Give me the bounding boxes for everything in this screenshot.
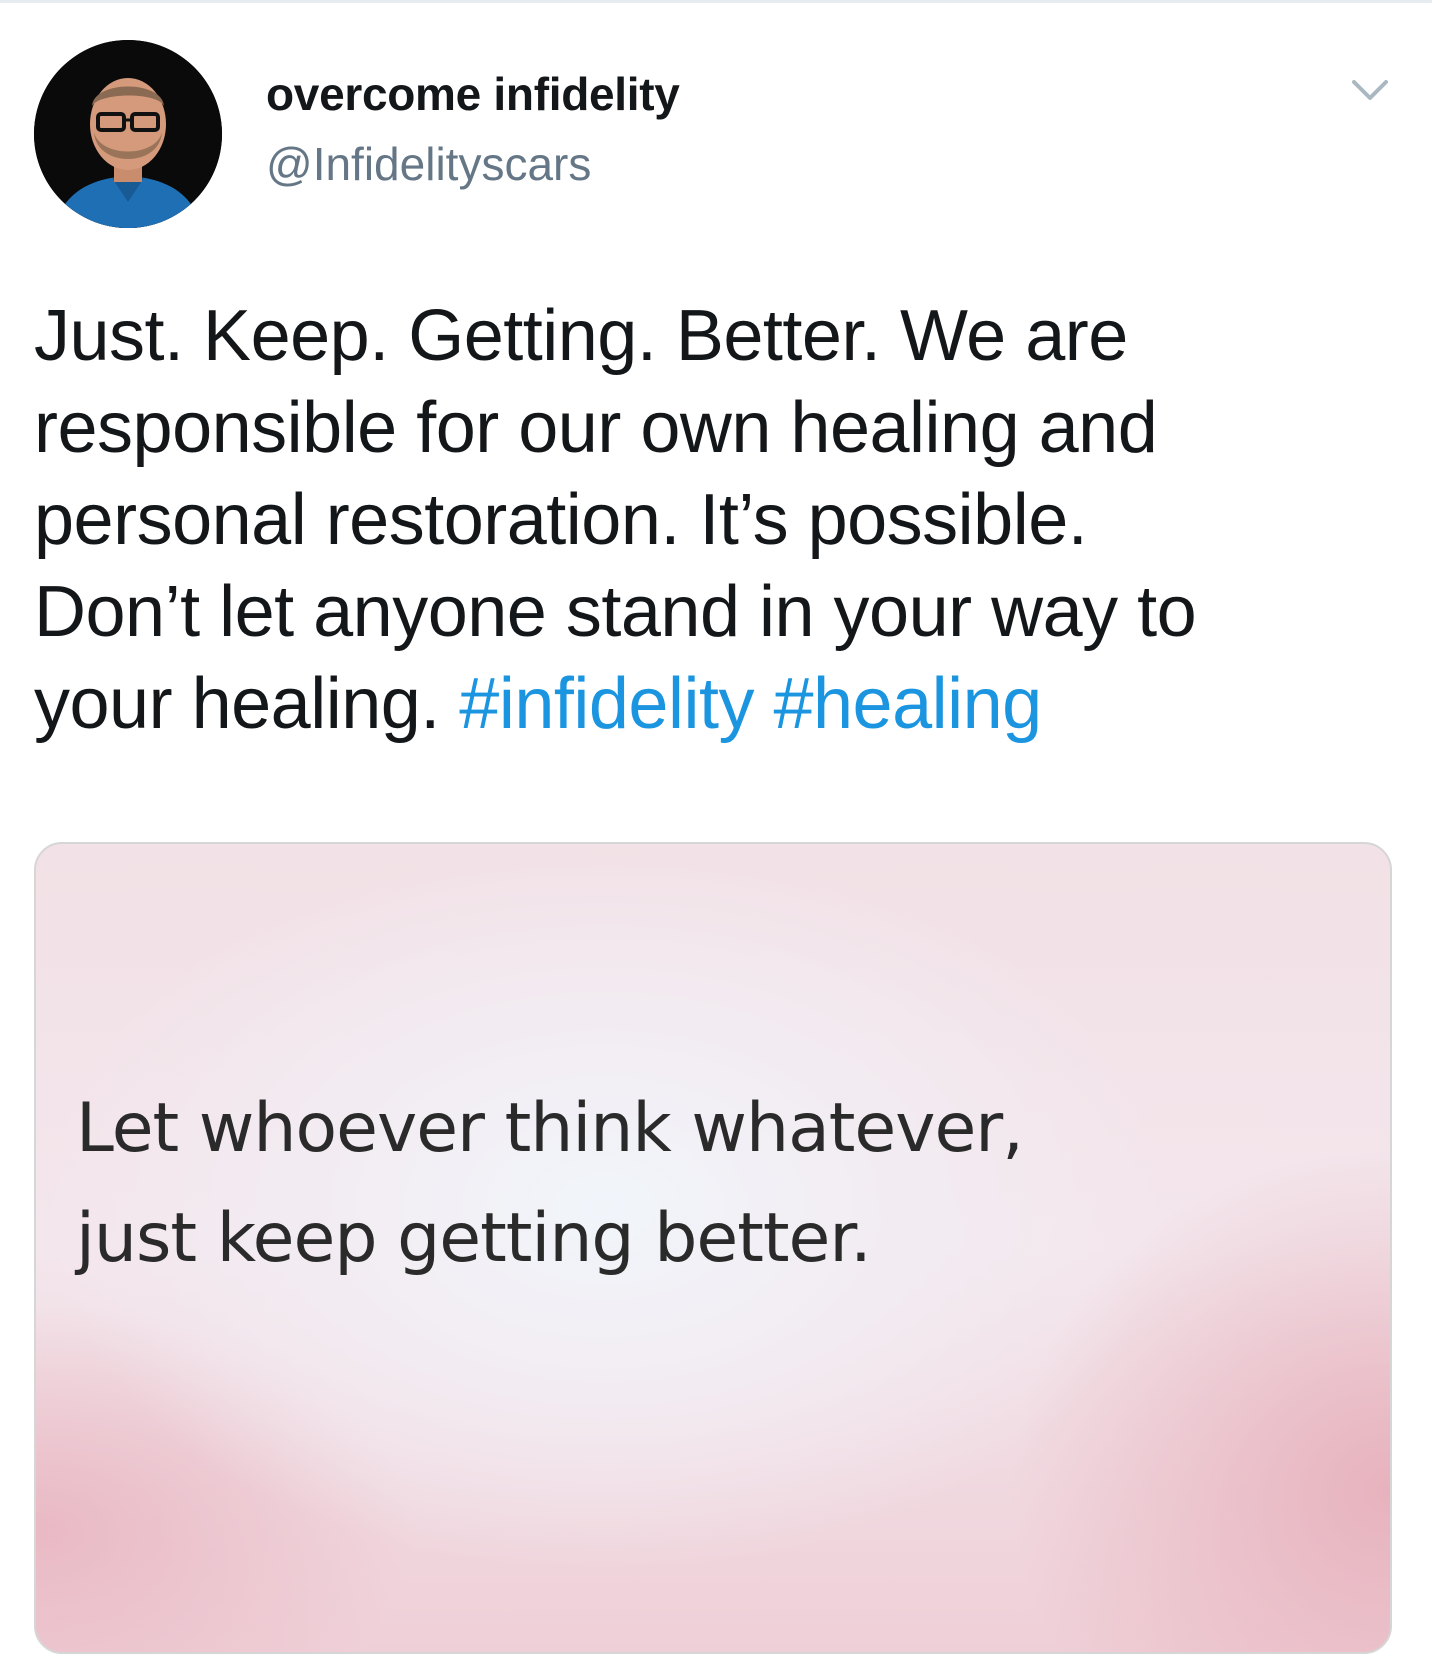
quote-text: Let whoever think whatever, just keep ge… (76, 1074, 1376, 1294)
tweet-text-segment: your healing. (34, 664, 460, 744)
tweet-text: Just. Keep. Getting. Better. We are resp… (34, 290, 1404, 750)
tweet-media-image[interactable]: Let whoever think whatever, just keep ge… (34, 842, 1392, 1654)
tweet-text-line: personal restoration. It’s possible. (34, 480, 1088, 560)
avatar-image (34, 40, 222, 228)
user-handle[interactable]: @Infidelityscars (266, 138, 680, 190)
hashtag-infidelity[interactable]: #infidelity (459, 664, 754, 744)
tweet-author[interactable]: overcome infidelity @Infidelityscars (266, 68, 680, 190)
display-name[interactable]: overcome infidelity (266, 68, 680, 120)
chevron-down-icon[interactable] (1350, 78, 1390, 102)
tweet-text-line: responsible for our own healing and (34, 388, 1158, 468)
quote-line: just keep getting better. (76, 1199, 872, 1278)
tweet-text-line: Just. Keep. Getting. Better. We are (34, 296, 1128, 376)
tweet-text-line: Don’t let anyone stand in your way to (34, 572, 1197, 652)
quote-line: Let whoever think whatever, (76, 1089, 1024, 1168)
tweet-text-last-line: your healing. #infidelity #healing (34, 658, 1404, 750)
tweet-header: overcome infidelity @Infidelityscars (34, 40, 1398, 230)
hashtag-healing[interactable]: #healing (773, 664, 1042, 744)
avatar[interactable] (34, 40, 222, 228)
top-divider (0, 0, 1432, 3)
